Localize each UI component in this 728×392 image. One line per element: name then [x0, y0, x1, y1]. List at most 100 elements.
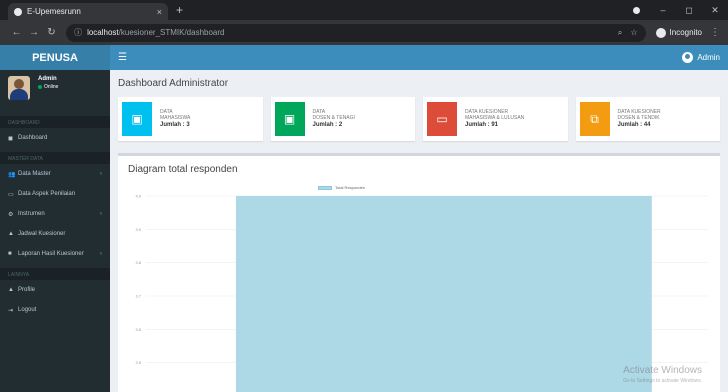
y-tick-label: 3.5 [135, 360, 141, 365]
url-host: localhost [87, 28, 119, 37]
bookmark-star-icon[interactable]: ☆ [630, 28, 637, 37]
user-avatar-icon [682, 52, 694, 63]
dashboard-icon: ◼ [8, 135, 13, 142]
sidebar-item-label: Data Aspek Penilaian [18, 191, 76, 197]
info-box-dosen[interactable]: ▣ DATA DOSEN & TENAGI Jumlah : 2 [270, 97, 415, 141]
id-card-icon: ▣ [274, 102, 305, 136]
close-window-icon[interactable]: ✕ [702, 5, 728, 16]
chevron-left-icon: ‹ [100, 211, 102, 217]
tab-close-icon[interactable]: × [157, 7, 162, 17]
activate-windows-watermark: Activate Windows Go to Settings to activ… [623, 365, 702, 384]
incognito-label: Incognito [669, 28, 702, 37]
user-icon: ▲ [8, 287, 14, 293]
info-box-label: DOSEN & TENAGI [312, 114, 355, 121]
app-logo[interactable]: PENUSA [0, 45, 110, 70]
sidebar-header-master: MASTER DATA [0, 152, 110, 164]
sidebar-item-label: Data Master [18, 171, 51, 177]
info-box-label: DATA KUESIONER [617, 108, 661, 115]
user-panel: Admin Online [0, 70, 110, 112]
info-box-count: Jumlah : 3 [160, 122, 190, 128]
legend-swatch [318, 185, 332, 190]
reload-icon[interactable]: ↻ [43, 27, 60, 38]
info-box-mahasiswa[interactable]: ▣ DATA MAHASISWA Jumlah : 3 [118, 97, 263, 141]
sidebar-item-label: Profile [18, 287, 36, 293]
y-tick-label: 4.0 [135, 194, 141, 199]
sidebar-item-label: Dashboard [18, 135, 48, 141]
sidebar-header-lainnya: LAINNYA [0, 268, 110, 280]
online-dot-icon [38, 85, 42, 89]
main-content: Dashboard Administrator ▣ DATA MAHASISWA… [110, 70, 728, 392]
browser-menu-icon[interactable]: ⋮ [710, 27, 720, 38]
sidebar-item-jadwal[interactable]: ▲ Jadwal Kuesioner [0, 224, 110, 244]
info-box-row: ▣ DATA MAHASISWA Jumlah : 3 ▣ DATA DOSEN… [118, 97, 720, 141]
legend-label: Total Responden [335, 185, 366, 190]
user-icon: ▲ [8, 231, 14, 237]
window-icon: ▭ [427, 102, 457, 136]
info-box-label: MAHASISWA [160, 114, 191, 121]
forward-icon[interactable]: → [25, 27, 42, 38]
back-icon[interactable]: ← [8, 27, 25, 38]
url-path: /kuesioner_STMIK/dashboard [118, 28, 225, 37]
info-icon[interactable]: ⓘ [74, 27, 82, 38]
chart-legend[interactable]: Total Responden [318, 185, 365, 190]
chevron-left-icon: ‹ [100, 251, 102, 257]
user-status-label: Online [44, 84, 59, 90]
user-status: Online [38, 84, 58, 90]
info-box-count: Jumlah : 2 [312, 122, 343, 128]
clone-icon: ⧉ [579, 102, 610, 136]
chart-box: Diagram total responden Total Responden … [118, 153, 720, 392]
sidebar-item-instrumen[interactable]: ⚙ Instrumen ‹ [0, 204, 110, 224]
sidebar: Admin Online DASHBOARD ◼ Dashboard MASTE… [0, 70, 110, 392]
address-bar[interactable]: ⓘ localhost /kuesioner_STMIK/dashboard ⌕… [66, 23, 646, 42]
sidebar-item-data-master[interactable]: 👥 Data Master ‹ [0, 164, 110, 184]
chart-title: Diagram total responden [128, 164, 238, 175]
sidebar-item-logout[interactable]: ⇥ Logout [0, 300, 110, 320]
sidebar-item-laporan[interactable]: ■ Laporan Hasil Kuesioner ‹ [0, 244, 110, 264]
info-box-count: Jumlah : 44 [617, 122, 651, 128]
id-card-icon: ▣ [122, 102, 152, 136]
tab-title: E-Upemesrunn [27, 7, 81, 16]
omnibox-actions: ⌕ ☆ [618, 28, 638, 38]
sidebar-user-name: Admin [38, 76, 57, 82]
report-icon: ■ [8, 251, 12, 257]
info-box-count: Jumlah : 91 [465, 122, 499, 128]
list-icon: ▭ [8, 191, 14, 198]
bar-chart: 4.03.93.83.73.63.53.4 [135, 194, 708, 392]
record-icon [633, 6, 640, 14]
incognito-icon [655, 27, 666, 38]
sidebar-item-label: Laporan Hasil Kuesioner [18, 251, 84, 257]
sidebar-header-dashboard: DASHBOARD [0, 116, 110, 128]
chevron-left-icon: ‹ [100, 171, 102, 177]
y-tick-label: 3.8 [135, 260, 141, 265]
y-tick-label: 3.9 [135, 227, 141, 232]
sidebar-toggle-icon[interactable]: ☰ [118, 52, 127, 63]
incognito-badge[interactable]: Incognito [655, 27, 702, 38]
watermark-title: Activate Windows [623, 365, 702, 376]
maximize-icon[interactable]: ◻ [676, 5, 702, 16]
watermark-subtitle: Go to Settings to activate Windows. [623, 378, 702, 384]
cogs-icon: ⚙ [8, 211, 14, 218]
info-box-label: MAHASISWA & LULUSAN [465, 114, 525, 121]
browser-tabbar: E-Upemesrunn × + – ◻ ✕ [0, 0, 728, 20]
window-controls: – ◻ ✕ [633, 0, 728, 20]
info-box-label: DOSEN & TENDIK [617, 114, 660, 121]
zoom-icon[interactable]: ⌕ [618, 28, 622, 38]
sidebar-item-profile[interactable]: ▲ Profile [0, 280, 110, 300]
info-box-kuesioner-mahasiswa[interactable]: ▭ DATA KUESIONER MAHASISWA & LULUSAN Jum… [423, 97, 568, 141]
info-box-kuesioner-dosen[interactable]: ⧉ DATA KUESIONER DOSEN & TENDIK Jumlah :… [575, 97, 720, 141]
browser-toolbar: ← → ↻ ⓘ localhost /kuesioner_STMIK/dashb… [0, 20, 728, 45]
users-icon: 👥 [8, 171, 16, 178]
y-tick-label: 3.7 [135, 294, 141, 299]
sidebar-item-label: Logout [18, 307, 37, 313]
user-menu[interactable]: Admin [682, 52, 720, 63]
minimize-icon[interactable]: – [650, 5, 676, 15]
page-title: Dashboard Administrator [118, 78, 229, 89]
y-tick-label: 3.6 [135, 327, 141, 332]
new-tab-button[interactable]: + [176, 3, 183, 20]
browser-tab[interactable]: E-Upemesrunn × [8, 3, 168, 20]
avatar [8, 76, 30, 100]
bar-total-responden[interactable] [235, 196, 652, 392]
favicon-icon [14, 7, 22, 16]
sidebar-item-aspek-penilaian[interactable]: ▭ Data Aspek Penilaian [0, 184, 110, 204]
sidebar-item-dashboard[interactable]: ◼ Dashboard [0, 128, 110, 148]
